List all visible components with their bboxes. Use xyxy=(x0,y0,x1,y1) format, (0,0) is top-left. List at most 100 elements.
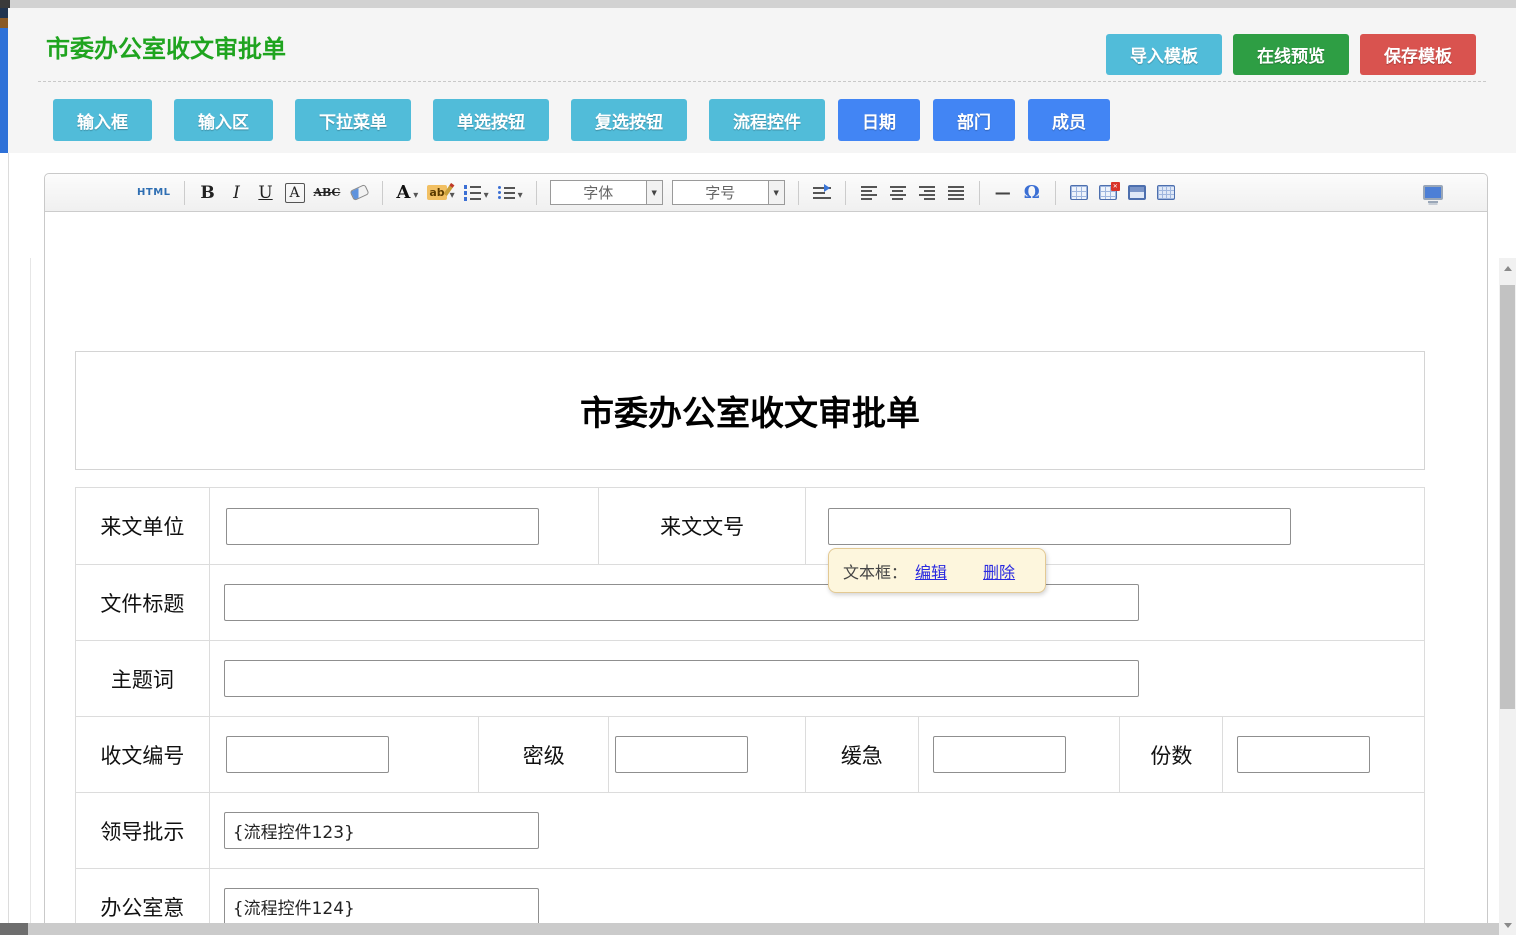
align-center-icon xyxy=(890,186,906,200)
unordered-list-button[interactable] xyxy=(498,180,523,206)
table-cell xyxy=(918,717,1120,792)
document-form-table: 来文单位 来文文号 文件标题 主题词 xyxy=(75,487,1425,935)
align-left-button[interactable] xyxy=(859,180,879,206)
table-cells-icon xyxy=(1157,185,1175,200)
incoming-unit-input[interactable] xyxy=(226,508,539,545)
page-title: 市委办公室收文审批单 xyxy=(46,34,286,64)
align-left-icon xyxy=(861,186,877,200)
highlight-icon: ab xyxy=(427,185,446,200)
field-label: 来文单位 xyxy=(76,488,209,564)
rich-text-editor: HTML B I U A ABC A ab 字体 字号 — Ω 市委办公室收 xyxy=(44,173,1488,935)
secrecy-level-input[interactable] xyxy=(615,736,748,773)
chevron-down-icon xyxy=(413,183,418,202)
toolbar-separator xyxy=(979,181,980,205)
leader-instruction-input[interactable] xyxy=(224,812,539,849)
window-edge-line xyxy=(30,258,31,923)
add-date-button[interactable]: 日期 xyxy=(838,99,920,141)
chevron-down-icon xyxy=(768,181,784,204)
control-tooltip: 文本框： 编辑 删除 xyxy=(828,548,1046,593)
component-toolbar: 输入框 输入区 下拉菜单 单选按钮 复选按钮 流程控件 日期 部门 成员 xyxy=(8,82,1516,141)
monitor-icon xyxy=(1423,185,1443,200)
italic-button[interactable]: I xyxy=(227,180,247,206)
receipt-number-input[interactable] xyxy=(226,736,389,773)
field-label: 密级 xyxy=(478,717,608,792)
toolbar-separator xyxy=(184,181,185,205)
font-color-icon: A xyxy=(396,182,410,203)
header-title-row: 市委办公室收文审批单 导入模板 在线预览 保存模板 xyxy=(8,8,1516,75)
table-cell xyxy=(209,565,1424,640)
field-label: 缓急 xyxy=(805,717,918,792)
add-radio-button[interactable]: 单选按钮 xyxy=(433,99,549,141)
field-label: 领导批示 xyxy=(76,793,209,868)
insert-table-button[interactable] xyxy=(1069,180,1089,206)
add-member-button[interactable]: 成员 xyxy=(1028,99,1110,141)
add-textarea-button[interactable]: 输入区 xyxy=(174,99,273,141)
editor-toolbar: HTML B I U A ABC A ab 字体 字号 — Ω xyxy=(45,174,1487,212)
add-checkbox-button[interactable]: 复选按钮 xyxy=(571,99,687,141)
table-properties-button[interactable] xyxy=(1127,180,1147,206)
field-label: 文件标题 xyxy=(76,565,209,640)
align-center-button[interactable] xyxy=(888,180,908,206)
table-row: 文件标题 xyxy=(76,564,1424,640)
field-label: 主题词 xyxy=(76,641,209,716)
table-properties-icon xyxy=(1128,185,1146,200)
align-justify-button[interactable] xyxy=(946,180,966,206)
save-template-button[interactable]: 保存模板 xyxy=(1360,34,1476,75)
table-cell xyxy=(209,793,1424,868)
vertical-scrollbar[interactable] xyxy=(1499,258,1516,935)
chevron-down-icon xyxy=(484,183,489,202)
table-row: 来文单位 来文文号 xyxy=(76,488,1424,564)
cell-properties-button[interactable] xyxy=(1156,180,1176,206)
tooltip-delete-link[interactable]: 删除 xyxy=(983,559,1015,583)
table-delete-icon xyxy=(1099,185,1117,200)
indent-button[interactable] xyxy=(812,180,832,206)
horizontal-rule-button[interactable]: — xyxy=(993,180,1013,206)
special-char-button[interactable]: Ω xyxy=(1022,180,1042,206)
font-color-button[interactable]: A xyxy=(396,180,418,206)
toolbar-separator xyxy=(1055,181,1056,205)
online-preview-button[interactable]: 在线预览 xyxy=(1233,34,1349,75)
add-flow-control-button[interactable]: 流程控件 xyxy=(709,99,825,141)
font-size-select[interactable]: 字号 xyxy=(672,180,785,205)
char-border-button[interactable]: A xyxy=(285,183,305,203)
underline-button[interactable]: U xyxy=(256,180,276,206)
window-bottom-edge xyxy=(0,923,1499,935)
toolbar-separator xyxy=(798,181,799,205)
align-justify-icon xyxy=(948,186,964,200)
fullscreen-button[interactable] xyxy=(1423,180,1443,206)
remove-format-button[interactable] xyxy=(349,180,369,206)
add-dropdown-button[interactable]: 下拉菜单 xyxy=(295,99,411,141)
chevron-down-icon xyxy=(518,183,523,202)
copies-count-input[interactable] xyxy=(1237,736,1370,773)
toolbar-separator xyxy=(845,181,846,205)
ordered-list-button[interactable] xyxy=(464,180,489,206)
office-opinion-input[interactable] xyxy=(224,888,539,925)
scrollbar-thumb[interactable] xyxy=(1500,285,1515,709)
delete-table-button[interactable] xyxy=(1098,180,1118,206)
incoming-doc-number-input[interactable] xyxy=(828,508,1291,545)
field-label: 份数 xyxy=(1119,717,1222,792)
source-code-button[interactable]: HTML xyxy=(137,180,171,206)
strikethrough-button[interactable]: ABC xyxy=(314,180,341,206)
document-title-box: 市委办公室收文审批单 xyxy=(75,351,1425,470)
tooltip-edit-link[interactable]: 编辑 xyxy=(915,559,947,583)
window-edge-line xyxy=(8,153,9,923)
bold-button[interactable]: B xyxy=(198,180,218,206)
chevron-down-icon xyxy=(646,181,662,204)
align-right-button[interactable] xyxy=(917,180,937,206)
add-input-button[interactable]: 输入框 xyxy=(53,99,152,141)
highlight-button[interactable]: ab xyxy=(427,180,454,206)
urgency-input[interactable] xyxy=(933,736,1066,773)
import-template-button[interactable]: 导入模板 xyxy=(1106,34,1222,75)
scroll-down-icon[interactable] xyxy=(1499,917,1516,933)
table-cell xyxy=(209,641,1424,716)
font-family-select[interactable]: 字体 xyxy=(550,180,663,205)
add-department-button[interactable]: 部门 xyxy=(933,99,1015,141)
table-cell xyxy=(1222,717,1424,792)
scroll-up-icon[interactable] xyxy=(1499,260,1516,276)
field-label: 来文文号 xyxy=(598,488,805,564)
subject-words-input[interactable] xyxy=(224,660,1139,697)
table-cell xyxy=(608,717,805,792)
editor-canvas[interactable]: 市委办公室收文审批单 来文单位 来文文号 文件标题 主题词 xyxy=(45,212,1487,935)
field-label: 收文编号 xyxy=(76,717,209,792)
